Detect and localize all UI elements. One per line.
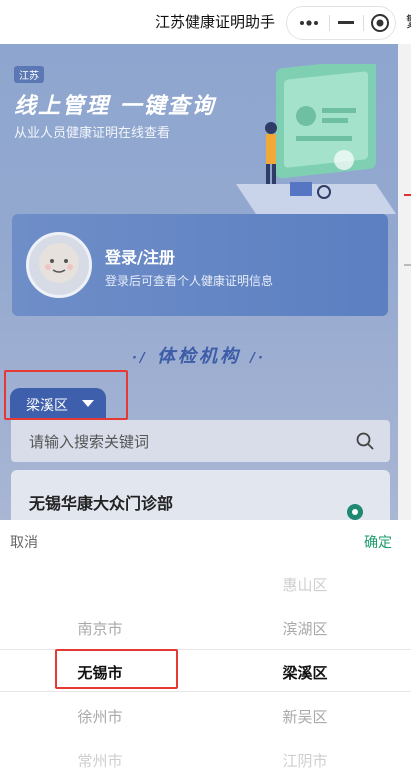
hero-headline: 线上管理 一键查询	[14, 94, 216, 119]
highlight-box-district	[4, 370, 128, 420]
login-card[interactable]: 登录/注册 登录后可查看个人健康证明信息	[12, 214, 388, 316]
search-bar	[11, 420, 390, 462]
picker-district-option[interactable]: 滨湖区	[262, 618, 348, 639]
clinic-list-item[interactable]: 无锡华康大众门诊部	[11, 470, 390, 520]
picker-district-option[interactable]: 惠山区	[262, 574, 348, 595]
region-tag: 江苏	[14, 66, 44, 83]
highlight-box-city	[55, 649, 178, 689]
picker-city-option[interactable]: 常州市	[60, 750, 140, 771]
edge-char: 繁	[406, 11, 411, 32]
avatar	[26, 232, 92, 298]
right-decor-mark: /·	[250, 351, 266, 366]
picker-district-selected[interactable]: 梁溪区	[262, 662, 348, 683]
adjacent-window-edge-strip	[398, 44, 411, 520]
more-dots-icon[interactable]	[293, 7, 325, 39]
minimize-icon[interactable]	[333, 7, 359, 39]
adjacent-window-edge: 繁	[398, 0, 411, 44]
app-title: 江苏健康证明助手	[154, 13, 275, 31]
picker-city-option[interactable]: 南京市	[60, 618, 140, 639]
left-decor-mark: ·/	[132, 351, 148, 366]
clinic-name: 无锡华康大众门诊部	[29, 494, 174, 513]
health-certificate-illustration-icon	[236, 64, 396, 214]
section-header: ·/ 体检机构 /·	[0, 342, 398, 368]
hero-subline: 从业人员健康证明在线查看	[14, 126, 171, 141]
picker-district-option[interactable]: 新吴区	[262, 706, 348, 727]
confirm-button[interactable]: 确定	[364, 532, 392, 552]
login-title: 登录/注册	[105, 248, 175, 267]
search-input[interactable]	[27, 429, 351, 455]
login-subtitle: 登录后可查看个人健康证明信息	[105, 274, 274, 288]
main-content: 江苏 线上管理 一键查询 从业人员健康证明在线查看 登录/注册 登录后可查看个人…	[0, 44, 398, 520]
search-icon[interactable]	[356, 432, 374, 450]
section-title: 体检机构	[157, 346, 241, 367]
close-target-icon[interactable]	[367, 7, 393, 39]
top-bar: 江苏健康证明助手 繁	[0, 0, 411, 44]
mini-program-capsule	[286, 6, 396, 40]
region-picker: 取消 确定 南京市 无锡市 徐州市 常州市 惠山区 滨湖区 梁溪区 新吴区 江阴…	[0, 520, 411, 774]
cancel-button[interactable]: 取消	[10, 532, 38, 552]
picker-city-option[interactable]: 徐州市	[60, 706, 140, 727]
location-marker-icon	[347, 504, 363, 520]
selection-line-bottom	[0, 691, 411, 692]
picker-district-option[interactable]: 江阴市	[262, 750, 348, 771]
